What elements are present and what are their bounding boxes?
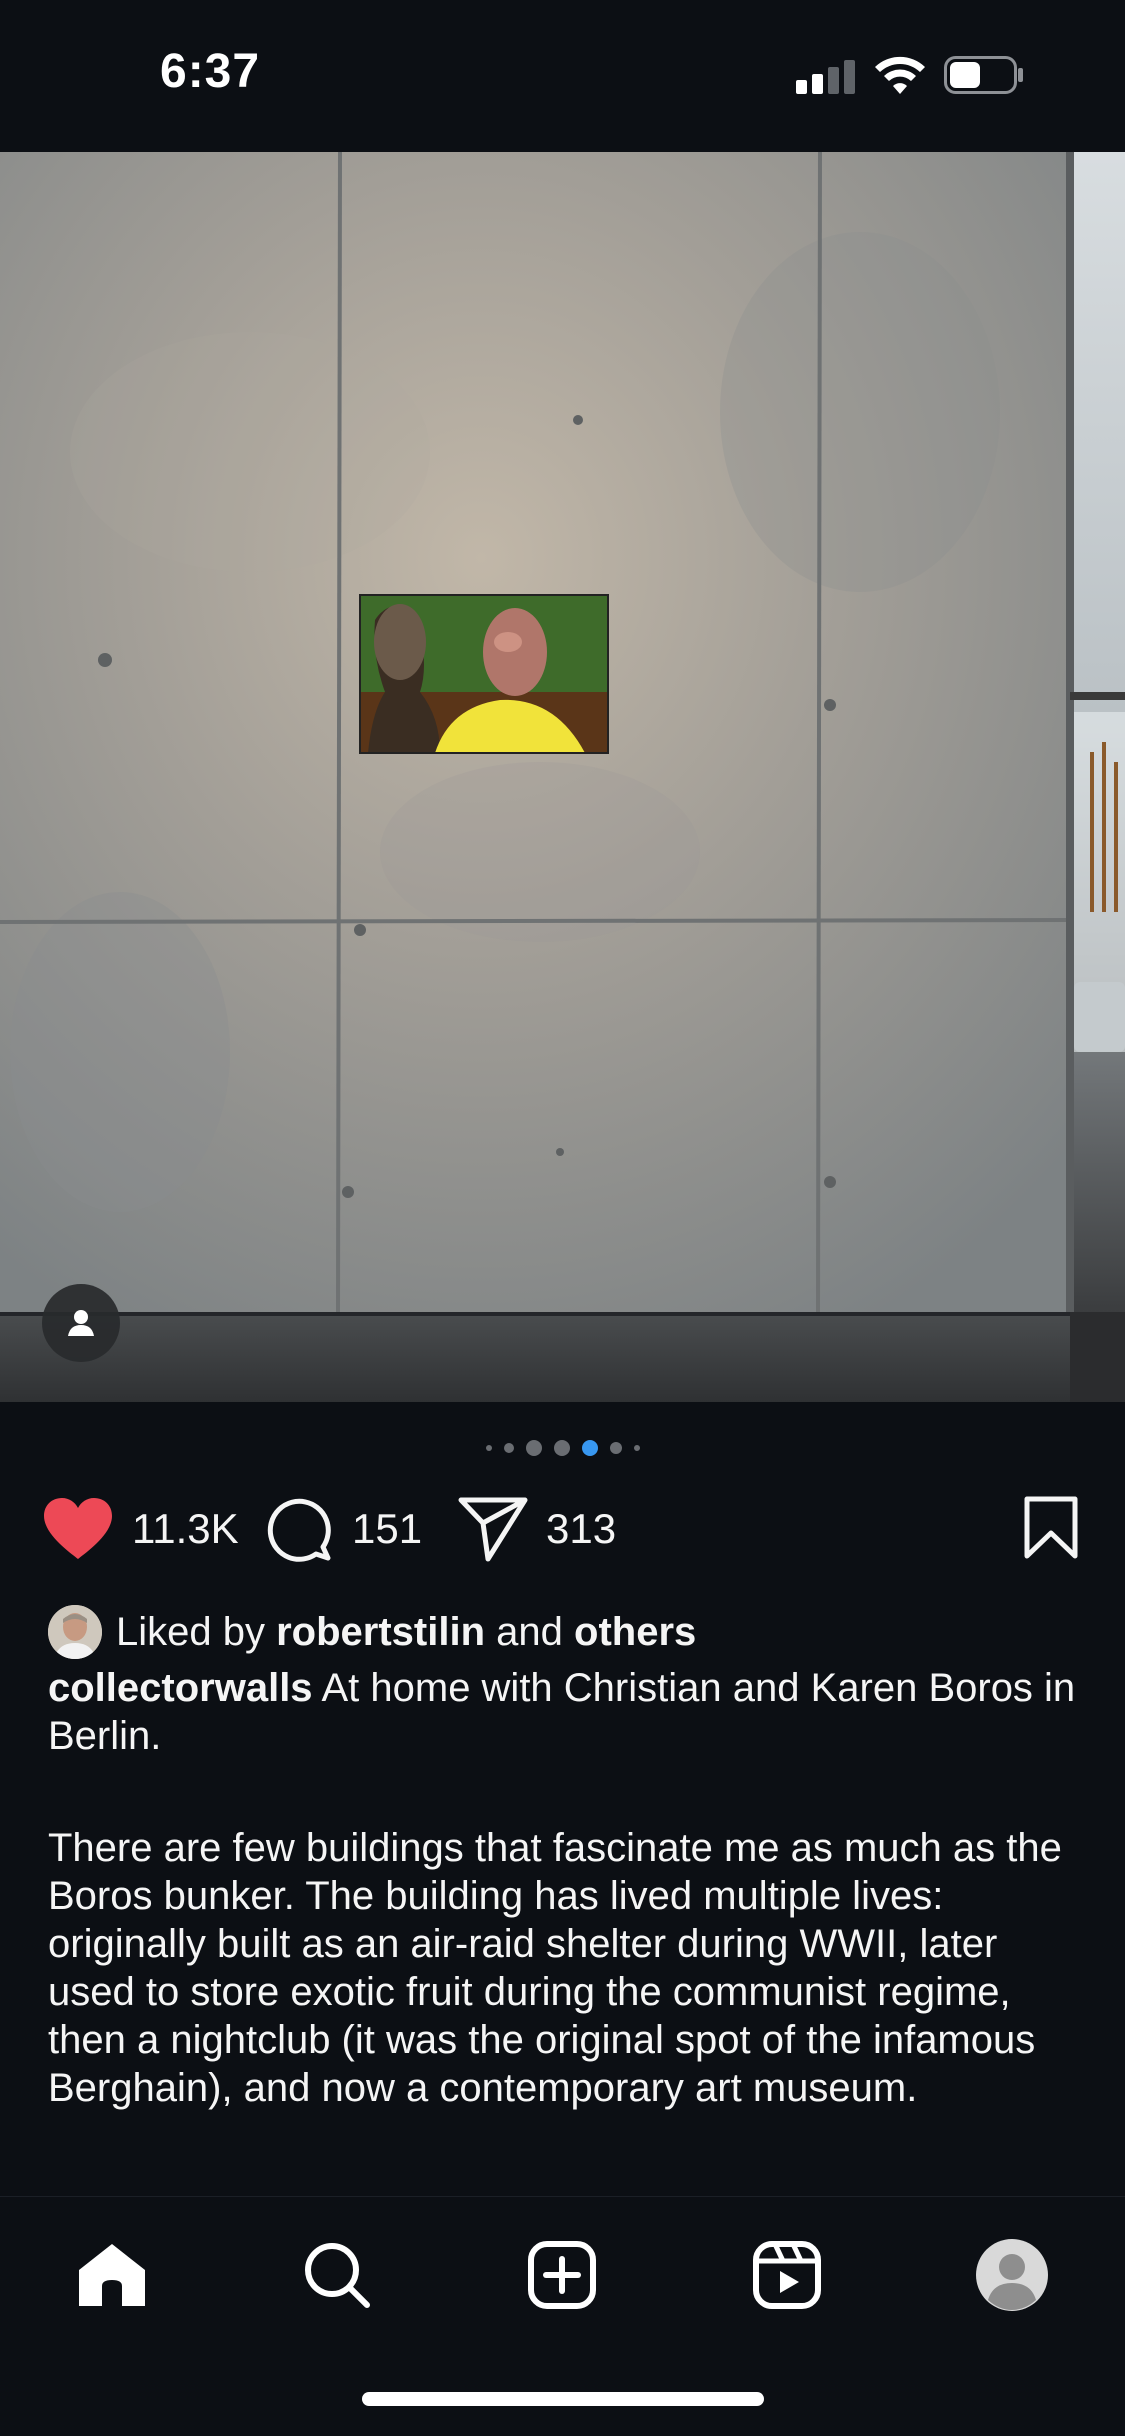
home-icon: [79, 2244, 145, 2306]
cellular-signal-icon: [796, 58, 856, 94]
user-tag-icon: [68, 1310, 94, 1336]
comment-action: 151: [266, 1492, 422, 1566]
tab-search[interactable]: [297, 2235, 377, 2315]
tab-profile[interactable]: [972, 2235, 1052, 2315]
bookmark-icon[interactable]: [1023, 1496, 1079, 1560]
share-action: 313: [458, 1492, 616, 1566]
status-bar: 6:37: [0, 0, 1125, 152]
liked-by-connector: and: [496, 1609, 563, 1654]
liked-by-others[interactable]: others: [574, 1610, 696, 1655]
tab-reels[interactable]: [747, 2235, 827, 2315]
carousel-dot: [633, 1445, 640, 1451]
carousel-dot: [609, 1442, 622, 1454]
like-action: 11.3K: [42, 1492, 239, 1566]
post-image[interactable]: [0, 152, 1125, 1402]
heart-icon[interactable]: [42, 1497, 114, 1561]
user-tag-button[interactable]: [42, 1284, 120, 1362]
profile-icon: [976, 2239, 1048, 2311]
post-photo: [0, 152, 1125, 1402]
artwork-painting: [359, 594, 609, 754]
tab-create[interactable]: [522, 2235, 602, 2315]
tab-home[interactable]: [72, 2235, 152, 2315]
caption-headline-block: collectorwalls At home with Christian an…: [48, 1664, 1078, 1760]
liked-by-user[interactable]: robertstilin: [276, 1610, 485, 1655]
caption-body: There are few buildings that fascinate m…: [48, 1826, 1062, 2110]
send-icon[interactable]: [458, 1496, 528, 1562]
carousel-dot: [553, 1440, 570, 1456]
like-count[interactable]: 11.3K: [132, 1505, 239, 1553]
home-indicator[interactable]: [362, 2392, 764, 2406]
caption-username[interactable]: collectorwalls: [48, 1666, 313, 1710]
liked-by-row[interactable]: Liked by robertstilin and others: [48, 1604, 696, 1660]
post-actions: 11.3K 151 313: [0, 1492, 1125, 1566]
carousel-indicator: [0, 1436, 1125, 1460]
wifi-icon: [875, 56, 925, 94]
carousel-dot-active: [581, 1440, 598, 1456]
carousel-dot: [503, 1443, 514, 1453]
search-icon: [305, 2243, 370, 2308]
status-time: 6:37: [160, 45, 261, 98]
battery-icon: [944, 56, 1023, 94]
comment-count[interactable]: 151: [352, 1505, 422, 1553]
comment-icon[interactable]: [266, 1495, 334, 1563]
liker-avatar[interactable]: [48, 1605, 102, 1659]
reels-icon: [753, 2241, 821, 2309]
carousel-dot: [525, 1440, 542, 1456]
share-count[interactable]: 313: [546, 1505, 616, 1553]
create-icon: [528, 2241, 596, 2309]
carousel-dot: [485, 1445, 492, 1451]
liked-by-prefix: Liked by: [116, 1609, 265, 1654]
